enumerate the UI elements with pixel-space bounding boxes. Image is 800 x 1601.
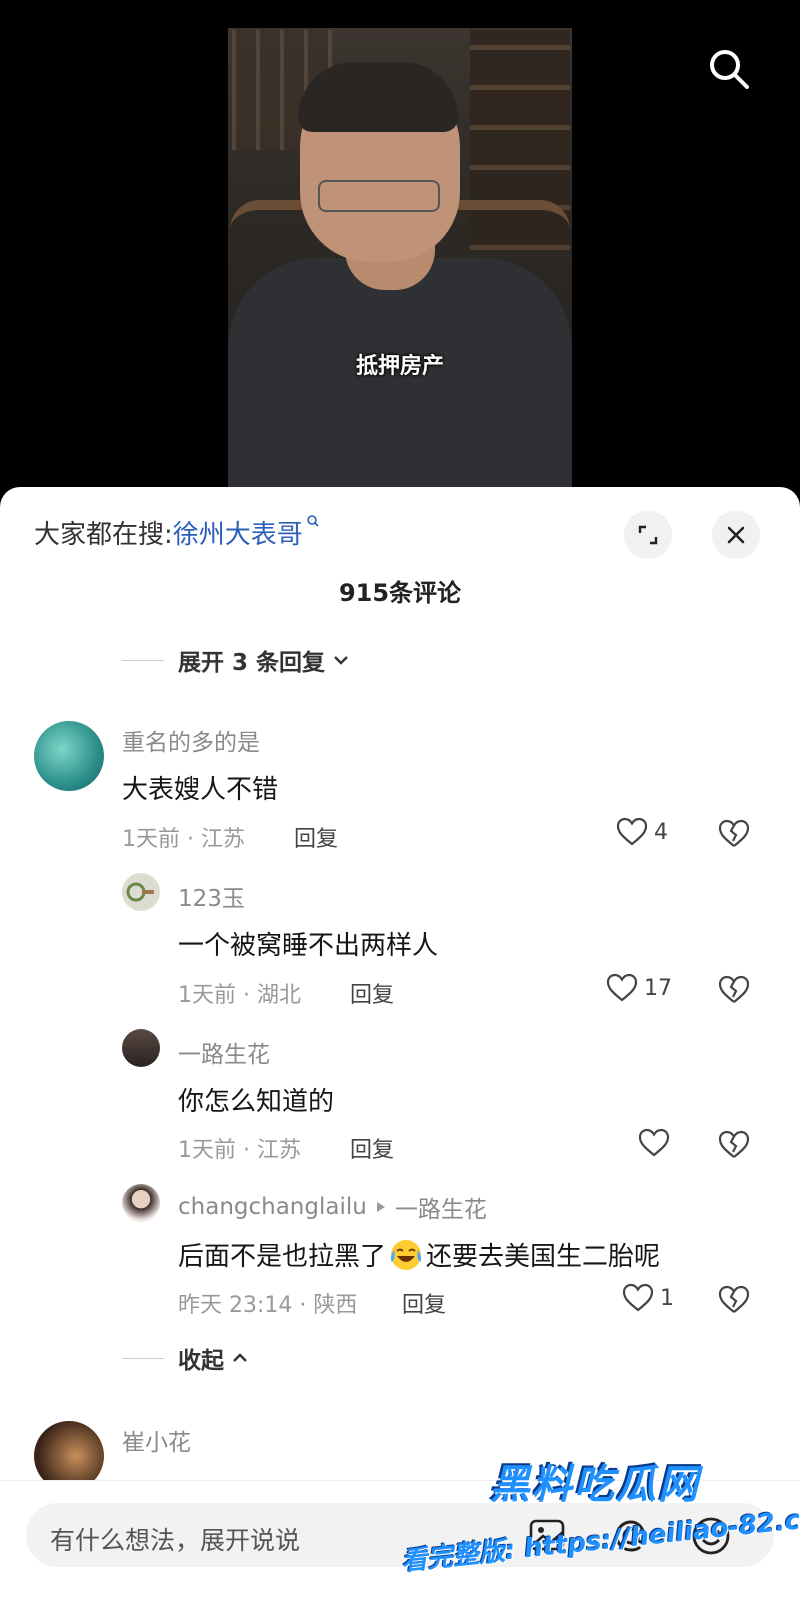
image-icon[interactable] bbox=[528, 1517, 568, 1559]
like-count: 1 bbox=[660, 1285, 674, 1311]
divider bbox=[122, 659, 164, 661]
heart-icon bbox=[638, 1128, 670, 1157]
comment-text: 大表嫂人不错 bbox=[122, 775, 279, 805]
search-icon[interactable] bbox=[706, 46, 752, 92]
at-icon[interactable] bbox=[610, 1515, 652, 1561]
comment-text: 后面不是也拉黑了 还要去美国生二胎呢 bbox=[178, 1236, 660, 1273]
comment-username[interactable]: 重名的多的是 bbox=[122, 723, 260, 757]
chevron-up-icon bbox=[233, 1353, 247, 1362]
close-icon[interactable] bbox=[712, 511, 760, 559]
search-small-icon bbox=[306, 515, 319, 527]
comment-username[interactable]: 123玉 bbox=[178, 879, 245, 913]
like-button[interactable]: 4 bbox=[616, 817, 668, 847]
video-player[interactable]: 抵押房产 bbox=[0, 0, 800, 490]
collapse-label: 收起 bbox=[178, 1348, 224, 1374]
person-glasses bbox=[318, 180, 440, 212]
broken-heart-icon[interactable] bbox=[718, 1130, 750, 1164]
avatar[interactable] bbox=[34, 721, 104, 791]
comment-input-placeholder: 有什么想法，展开说说 bbox=[50, 1526, 301, 1555]
reply-target[interactable]: 一路生花 bbox=[395, 1190, 487, 1224]
emoji-icon[interactable] bbox=[690, 1515, 732, 1561]
expand-icon[interactable] bbox=[624, 511, 672, 559]
chevron-down-icon bbox=[334, 656, 348, 665]
avatar[interactable] bbox=[122, 1184, 160, 1222]
like-button[interactable]: 17 bbox=[606, 973, 672, 1003]
like-count: 4 bbox=[654, 819, 668, 845]
comment-text-part: 后面不是也拉黑了 bbox=[178, 1242, 387, 1272]
comment-sheet: 大家都在搜:徐州大表哥 915条评论 展开 3 条回复 重名的多的是 大表嫂人不… bbox=[0, 487, 800, 1600]
expand-replies-label: 展开 3 条回复 bbox=[178, 650, 326, 676]
broken-heart-icon[interactable] bbox=[718, 819, 750, 853]
divider bbox=[122, 1357, 164, 1359]
comment-text: 你怎么知道的 bbox=[178, 1087, 335, 1117]
reply-button[interactable]: 回复 bbox=[350, 1132, 394, 1164]
reply-author[interactable]: changchanglailu bbox=[178, 1194, 367, 1220]
laughing-crying-emoji bbox=[390, 1239, 422, 1270]
comment-meta: 1天前 · 江苏 bbox=[178, 1138, 301, 1163]
hot-search[interactable]: 大家都在搜:徐州大表哥 bbox=[34, 514, 320, 551]
like-count: 17 bbox=[644, 975, 672, 1001]
like-button[interactable] bbox=[638, 1128, 670, 1158]
comment-meta: 1天前 · 湖北 bbox=[178, 983, 301, 1008]
expand-replies-button[interactable]: 展开 3 条回复 bbox=[122, 643, 351, 677]
broken-heart-icon[interactable] bbox=[718, 975, 750, 1009]
comment-text: 一个被窝睡不出两样人 bbox=[178, 931, 439, 961]
heart-icon bbox=[606, 973, 638, 1002]
comment-meta: 1天前 · 江苏 bbox=[122, 827, 245, 852]
broken-heart-icon[interactable] bbox=[718, 1285, 750, 1319]
comment-count: 915条评论 bbox=[338, 579, 462, 607]
comment-input-bar: 有什么想法，展开说说 bbox=[0, 1480, 800, 1601]
video-subtitle: 抵押房产 bbox=[355, 354, 444, 379]
comment-username[interactable]: changchanglailu 一路生花 bbox=[178, 1190, 487, 1224]
heart-icon bbox=[616, 817, 648, 846]
comment-meta: 昨天 23:14 · 陕西 bbox=[178, 1293, 358, 1318]
reply-button[interactable]: 回复 bbox=[294, 821, 338, 853]
comment-text-part: 还要去美国生二胎呢 bbox=[426, 1242, 661, 1272]
like-button[interactable]: 1 bbox=[622, 1283, 674, 1313]
reply-arrow-icon bbox=[376, 1202, 385, 1212]
collapse-button[interactable]: 收起 bbox=[122, 1341, 250, 1375]
hot-search-prefix: 大家都在搜: bbox=[34, 520, 173, 550]
reply-button[interactable]: 回复 bbox=[350, 977, 394, 1009]
avatar[interactable] bbox=[122, 1029, 160, 1067]
comment-username[interactable]: 一路生花 bbox=[178, 1035, 270, 1069]
comment-username[interactable]: 崔小花 bbox=[122, 1423, 191, 1457]
heart-icon bbox=[622, 1283, 654, 1312]
avatar[interactable] bbox=[122, 873, 160, 911]
hot-search-link[interactable]: 徐州大表哥 bbox=[173, 520, 303, 550]
person-hair bbox=[298, 62, 458, 132]
reply-button[interactable]: 回复 bbox=[402, 1287, 446, 1319]
